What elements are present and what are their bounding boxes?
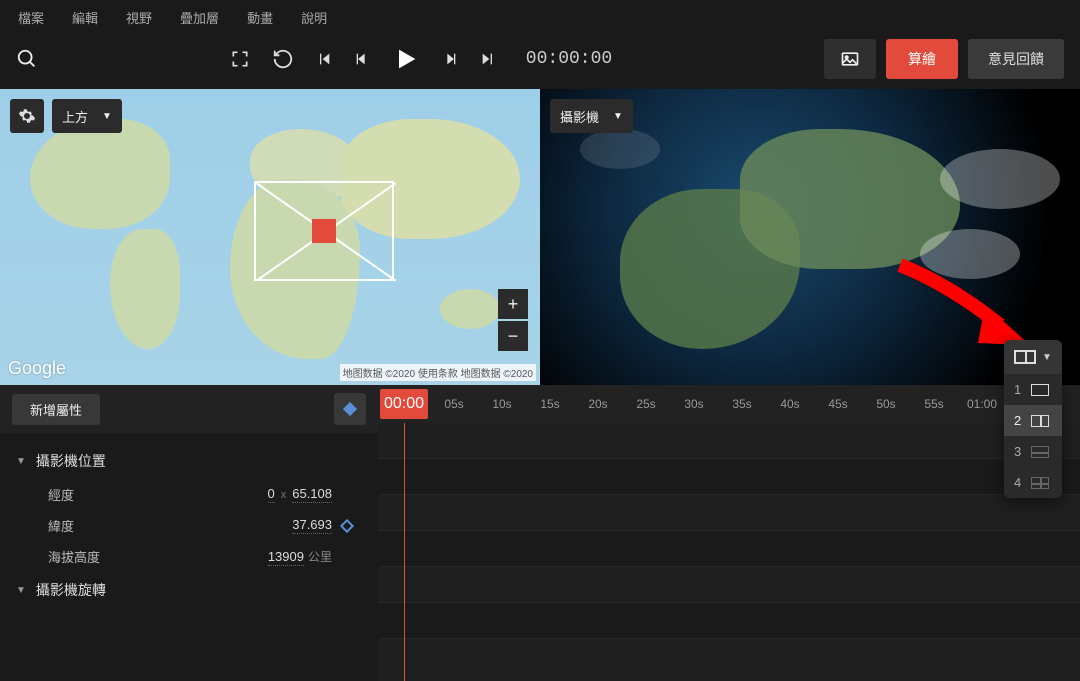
longitude-row: 經度 0 x 65.108 [0, 479, 378, 510]
ruler-tick[interactable]: 15s [526, 397, 574, 411]
ruler-tick[interactable]: 01:00 [958, 397, 1006, 411]
camera-position-group[interactable]: ▼ 攝影機位置 [0, 443, 378, 479]
menu-bar: 檔案 編輯 視野 疊加層 動畫 說明 [0, 0, 1080, 33]
layout-option-3[interactable]: 3 [1004, 436, 1062, 467]
skip-start-icon[interactable] [316, 51, 332, 67]
collapse-icon: ▼ [16, 456, 26, 467]
keyframe-all-button[interactable] [334, 393, 366, 425]
bottom-panel: 新增屬性 ▼ 攝影機位置 經度 0 x 65.108 緯度 37.693 [0, 385, 1080, 681]
latitude-row: 緯度 37.693 [0, 510, 378, 541]
menu-animation[interactable]: 動畫 [247, 8, 273, 27]
render-button[interactable]: 算繪 [886, 39, 958, 79]
camera-target[interactable] [312, 219, 336, 243]
altitude-label: 海拔高度 [48, 547, 268, 566]
playhead-marker[interactable]: 00:00 [380, 389, 428, 419]
layout-option-1[interactable]: 1 [1004, 374, 1062, 405]
properties-panel: 新增屬性 ▼ 攝影機位置 經度 0 x 65.108 緯度 37.693 [0, 385, 378, 681]
camera-view[interactable]: 攝影機▼ [540, 89, 1080, 385]
play-button[interactable] [392, 45, 420, 73]
ruler-tick[interactable]: 10s [478, 397, 526, 411]
two-pane-icon [1031, 415, 1049, 427]
ruler-tick[interactable]: 30s [670, 397, 718, 411]
search-icon[interactable] [16, 48, 38, 70]
timeline-ruler[interactable]: 00:00 05s 10s 15s 20s 25s 30s 35s 40s 45… [378, 385, 1080, 423]
viewport-container: 上方▼ + − Google 地图数据 ©2020 使用条款 地图数据 ©202… [0, 89, 1080, 385]
layout-option-4[interactable]: 4 [1004, 467, 1062, 498]
skip-end-icon[interactable] [480, 51, 496, 67]
menu-view[interactable]: 視野 [126, 8, 152, 27]
feedback-button[interactable]: 意見回饋 [968, 39, 1064, 79]
chevron-down-icon: ▼ [102, 111, 112, 122]
altitude-row: 海拔高度 13909 公里 [0, 541, 378, 572]
longitude-value[interactable]: 65.108 [292, 486, 332, 503]
camera-rotation-group[interactable]: ▼ 攝影機旋轉 [0, 572, 378, 608]
next-frame-icon[interactable] [442, 51, 458, 67]
playback-controls: 00:00:00 [230, 45, 612, 73]
ruler-tick[interactable]: 05s [430, 397, 478, 411]
prev-frame-icon[interactable] [354, 51, 370, 67]
timecode: 00:00:00 [526, 49, 612, 69]
zoom-out-button[interactable]: − [498, 321, 528, 351]
top-view-dropdown[interactable]: 上方▼ [52, 99, 122, 133]
collapse-icon: ▼ [16, 585, 26, 596]
layout-icon [1014, 350, 1036, 364]
loop-icon[interactable] [272, 48, 294, 70]
chevron-down-icon: ▼ [1042, 352, 1052, 363]
layout-option-2[interactable]: 2 [1004, 405, 1062, 436]
ruler-tick[interactable]: 20s [574, 397, 622, 411]
longitude-label: 經度 [48, 485, 268, 504]
playhead-line[interactable] [404, 423, 405, 681]
image-button[interactable] [824, 39, 876, 79]
menu-help[interactable]: 說明 [301, 8, 327, 27]
map-attribution: 地图数据 ©2020 使用条款 地图数据 ©2020 [340, 364, 536, 381]
keyframe-toggle[interactable] [340, 518, 354, 532]
ruler-tick[interactable]: 55s [910, 397, 958, 411]
layout-panel: ▼ 1 2 3 4 [1004, 340, 1062, 498]
altitude-value[interactable]: 13909 [268, 549, 304, 566]
google-logo: Google [8, 358, 66, 379]
menu-overlay[interactable]: 疊加層 [180, 8, 219, 27]
add-attribute-button[interactable]: 新增屬性 [12, 394, 100, 425]
ruler-tick[interactable]: 35s [718, 397, 766, 411]
camera-view-dropdown[interactable]: 攝影機▼ [550, 99, 633, 133]
zoom-in-button[interactable]: + [498, 289, 528, 319]
fullscreen-icon[interactable] [230, 49, 250, 69]
top-view[interactable]: 上方▼ + − Google 地图数据 ©2020 使用条款 地图数据 ©202… [0, 89, 540, 385]
ruler-tick[interactable]: 25s [622, 397, 670, 411]
longitude-prefix[interactable]: 0 [268, 486, 275, 503]
latitude-label: 緯度 [48, 516, 292, 535]
menu-edit[interactable]: 編輯 [72, 8, 98, 27]
layout-dropdown-button[interactable]: ▼ [1004, 340, 1062, 374]
ruler-tick[interactable]: 45s [814, 397, 862, 411]
gear-icon[interactable] [10, 99, 44, 133]
chevron-down-icon: ▼ [613, 111, 623, 122]
altitude-unit: 公里 [308, 548, 332, 565]
four-pane-icon [1031, 477, 1049, 489]
three-pane-icon [1031, 446, 1049, 458]
timeline-panel[interactable]: 00:00 05s 10s 15s 20s 25s 30s 35s 40s 45… [378, 385, 1080, 681]
ruler-tick[interactable]: 50s [862, 397, 910, 411]
menu-file[interactable]: 檔案 [18, 8, 44, 27]
single-pane-icon [1031, 384, 1049, 396]
latitude-value[interactable]: 37.693 [292, 517, 332, 534]
timeline-tracks[interactable] [378, 423, 1080, 681]
toolbar: 00:00:00 算繪 意見回饋 [0, 33, 1080, 89]
ruler-tick[interactable]: 40s [766, 397, 814, 411]
